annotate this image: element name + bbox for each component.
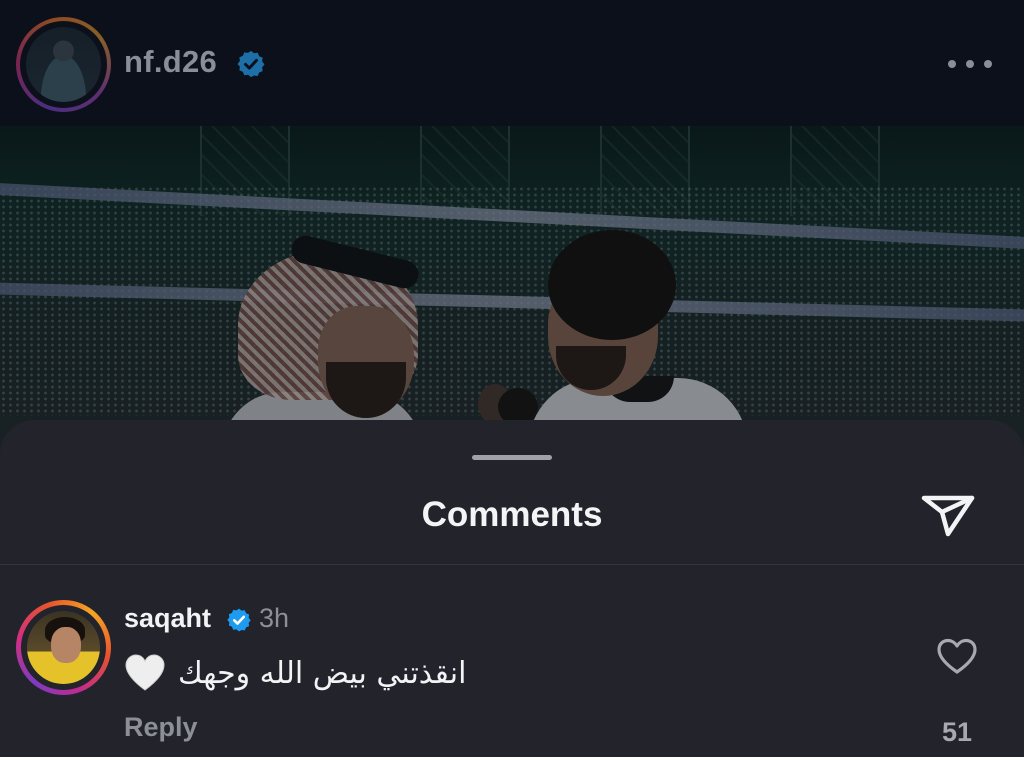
heart-outline-icon[interactable] — [936, 637, 978, 677]
white-heart-emoji-icon — [125, 654, 165, 691]
avatar-photo — [27, 611, 100, 684]
like-count: 51 — [941, 717, 973, 747]
verified-badge-icon — [227, 608, 251, 632]
avatar-photo — [26, 27, 101, 102]
post-header: nf.d26 — [0, 0, 1024, 126]
dot — [966, 60, 974, 68]
dot — [984, 60, 992, 68]
paper-plane-icon[interactable] — [920, 490, 976, 538]
comment-timestamp: 3h — [259, 603, 290, 633]
avatar-ring-inner — [20, 21, 107, 108]
comment-item: saqaht 3h انقذتني بيض الله وجهك Reply 51 — [0, 565, 1024, 757]
comment-body: انقذتني بيض الله وجهك — [124, 653, 466, 693]
verified-badge-icon — [237, 50, 265, 78]
reply-button[interactable]: Reply — [124, 712, 198, 743]
sheet-title: Comments — [421, 495, 603, 534]
comments-sheet: Comments saqaht 3h انقذتني بيض الله وجهك — [0, 420, 1024, 757]
dot — [948, 60, 956, 68]
commenter-avatar[interactable] — [16, 600, 111, 695]
post-photo[interactable] — [0, 126, 1024, 466]
comment-text: انقذتني بيض الله وجهك — [178, 655, 467, 691]
image-dim-overlay — [0, 126, 1024, 466]
avatar-face — [51, 627, 81, 663]
post-author-avatar[interactable] — [16, 17, 111, 112]
more-options-icon[interactable] — [948, 52, 992, 76]
avatar-ring-inner — [21, 605, 106, 690]
commenter-username[interactable]: saqaht — [124, 603, 211, 634]
post-author-username[interactable]: nf.d26 — [124, 44, 217, 80]
sheet-drag-handle[interactable] — [472, 455, 552, 460]
